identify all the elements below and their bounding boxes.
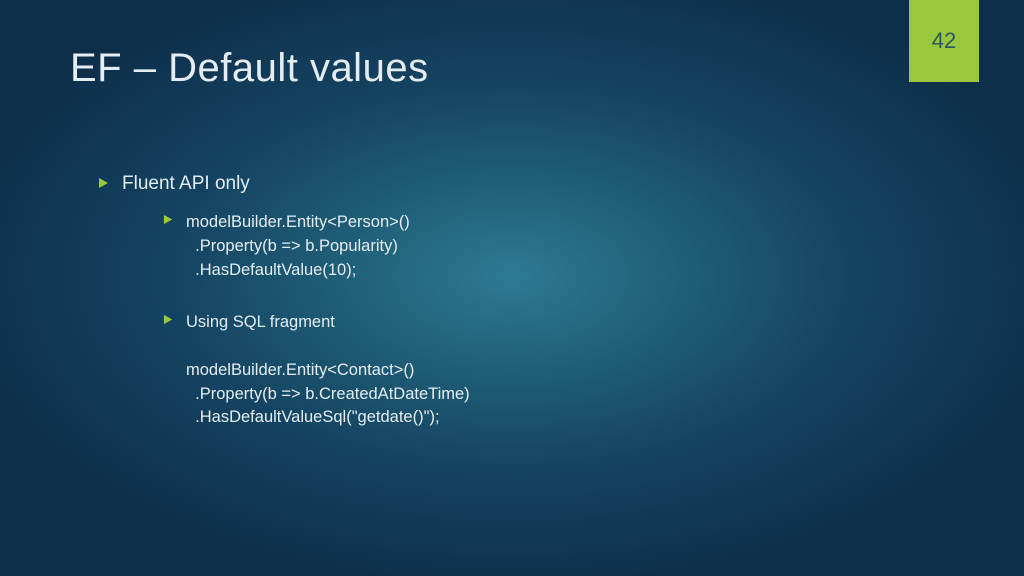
bullet-level2: Using SQL fragment modelBuilder.Entity<C… xyxy=(163,311,470,431)
bullet-level1-text: Fluent API only xyxy=(122,173,250,195)
bullet-level2-text: Using SQL fragment modelBuilder.Entity<C… xyxy=(186,311,470,431)
level2-container: modelBuilder.Entity<Person>() .Property(… xyxy=(163,211,470,430)
bullet-level1: Fluent API only xyxy=(98,173,470,195)
triangle-bullet-icon xyxy=(163,214,174,225)
triangle-bullet-icon xyxy=(163,314,174,325)
slide-content: Fluent API only modelBuilder.Entity<Pers… xyxy=(98,173,470,458)
triangle-bullet-icon xyxy=(98,177,110,189)
page-number-tab: 42 xyxy=(909,0,979,82)
slide-title: EF – Default values xyxy=(70,46,429,91)
bullet-level2-text: modelBuilder.Entity<Person>() .Property(… xyxy=(186,211,410,283)
page-number: 42 xyxy=(932,28,956,54)
bullet-level2: modelBuilder.Entity<Person>() .Property(… xyxy=(163,211,470,283)
